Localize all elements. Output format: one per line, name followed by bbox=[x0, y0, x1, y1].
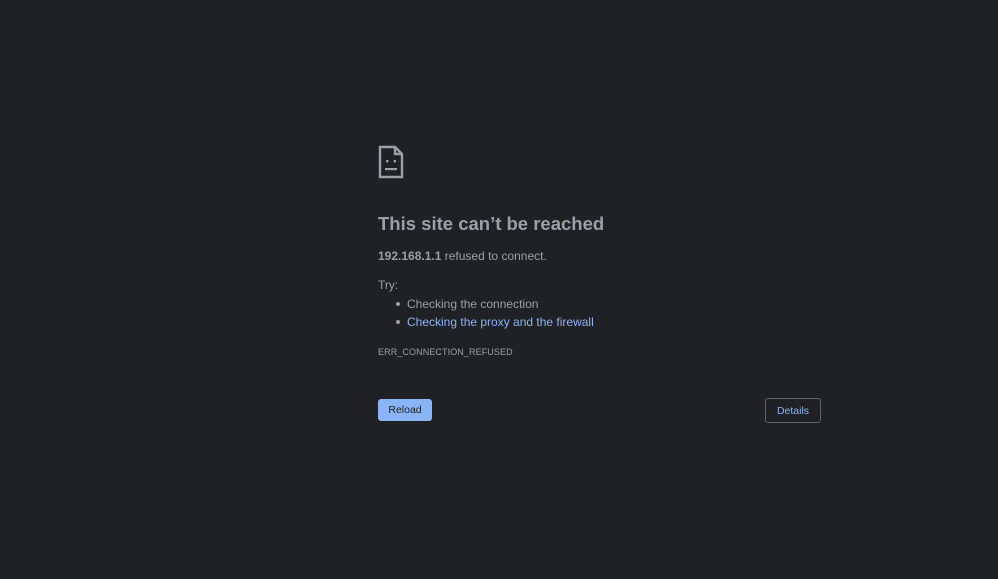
summary-suffix: refused to connect. bbox=[441, 249, 547, 263]
sad-document-icon bbox=[378, 145, 404, 179]
details-button[interactable]: Details bbox=[765, 398, 821, 423]
error-page: This site can’t be reached 192.168.1.1 r… bbox=[0, 0, 998, 579]
error-summary: 192.168.1.1 refused to connect. bbox=[378, 248, 821, 264]
check-proxy-link[interactable]: Checking the proxy and the firewall bbox=[407, 315, 594, 329]
button-row: Reload Details bbox=[378, 398, 821, 425]
error-content: This site can’t be reached 192.168.1.1 r… bbox=[378, 145, 821, 425]
suggestion-check-proxy: Checking the proxy and the firewall bbox=[396, 313, 821, 331]
suggestion-check-connection: Checking the connection bbox=[396, 295, 821, 313]
try-label: Try: bbox=[378, 278, 399, 292]
error-code: ERR_CONNECTION_REFUSED bbox=[378, 347, 513, 357]
reload-button[interactable]: Reload bbox=[378, 399, 432, 421]
page-title: This site can’t be reached bbox=[378, 213, 605, 234]
host-name: 192.168.1.1 bbox=[378, 249, 442, 263]
suggestions-list: Checking the connection Checking the pro… bbox=[378, 295, 821, 331]
